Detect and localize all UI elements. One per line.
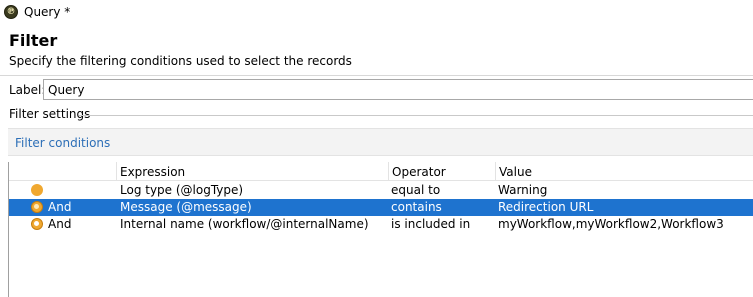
expression-cell: Log type (@logType) (120, 183, 244, 197)
page-subtitle: Specify the filtering conditions used to… (9, 54, 352, 68)
grid-header: Expression Operator Value (9, 162, 753, 181)
section-divider (79, 115, 753, 116)
label-row: Label: (0, 78, 753, 102)
and-condition-icon (31, 218, 43, 230)
operator-cell: contains (391, 200, 442, 214)
expression-cell: Internal name (workflow/@internalName) (120, 217, 369, 231)
condition-dot-icon (31, 184, 43, 196)
operator-cell: equal to (391, 183, 441, 197)
label-field-label: Label: (9, 83, 46, 97)
condition-row[interactable]: And Internal name (workflow/@internalNam… (9, 216, 753, 233)
operator-cell: is included in (391, 217, 471, 231)
page-title: Filter (9, 31, 58, 50)
column-header-operator[interactable]: Operator (388, 162, 495, 181)
section-title: Filter settings (9, 107, 94, 121)
value-cell: myWorkflow,myWorkflow2,Workflow3 (498, 217, 724, 231)
value-cell: Warning (498, 183, 548, 197)
conjunction-cell: And (48, 217, 72, 231)
conditions-grid: Expression Operator Value Log type (@log… (8, 162, 753, 297)
filter-header: Filter Specify the filtering conditions … (0, 26, 753, 76)
expression-cell: Message (@message) (120, 200, 252, 214)
window-title: Query * (24, 5, 71, 19)
column-header-expression[interactable]: Expression (116, 162, 388, 181)
title-bar: ℗ Query * (0, 0, 753, 24)
value-cell: Redirection URL (498, 200, 594, 214)
app-logo-icon: ℗ (4, 5, 18, 19)
filter-conditions-link[interactable]: Filter conditions (15, 136, 110, 150)
column-header-value[interactable]: Value (495, 162, 753, 181)
condition-row[interactable]: Log type (@logType) equal to Warning (9, 182, 753, 199)
and-condition-icon (31, 201, 43, 213)
conjunction-cell: And (48, 200, 72, 214)
condition-row-selected[interactable]: And Message (@message) contains Redirect… (9, 199, 753, 216)
filter-conditions-panel: Filter conditions (8, 128, 753, 156)
filter-settings-section: Filter settings (0, 106, 753, 124)
label-input[interactable] (43, 79, 753, 100)
